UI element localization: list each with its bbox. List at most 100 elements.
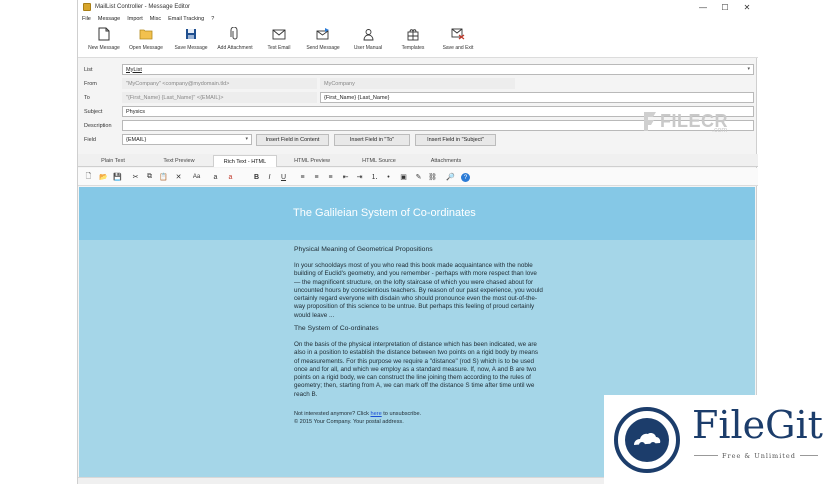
save-and-exit-button[interactable]: Save and Exit [432,26,484,56]
tab-rich-text-html[interactable]: Rich Text - HTML [213,155,277,167]
numbered-list-icon[interactable]: ⒈ [369,171,380,183]
filegit-divider-left [694,455,718,456]
editor-tabs: Plain Text Text Preview Rich Text - HTML… [78,154,758,167]
insert-field-subject-button[interactable]: Insert Field in "Subject" [415,134,496,146]
font-size-icon[interactable]: Aa [191,171,202,183]
message-title: The Galileian System of Co-ordinates [293,207,476,219]
filecr-logo-icon [644,112,656,131]
paperclip-icon [227,26,243,42]
add-attachment-label: Add Attachment [217,45,253,51]
window-title: MailList Controller - Message Editor [95,4,191,10]
align-center-icon[interactable]: ≡ [311,171,322,183]
filegit-divider-right [800,455,818,456]
field-dropdown[interactable]: {EMAIL} ▾ [122,134,252,145]
tab-text-preview[interactable]: Text Preview [148,155,210,167]
app-icon [83,3,91,11]
menu-bar: File Message Import Misc Email Tracking … [78,14,758,24]
maximize-button[interactable]: ☐ [714,0,736,14]
chevron-down-icon: ▾ [747,66,750,72]
send-message-icon [315,26,331,42]
menu-misc[interactable]: Misc [150,16,161,22]
send-message-label: Send Message [306,45,340,51]
user-manual-label: User Manual [353,45,383,51]
to-label: To [84,95,90,101]
open-message-label: Open Message [129,45,163,51]
spell-icon[interactable]: 🔎 [445,171,456,183]
menu-import[interactable]: Import [127,16,143,22]
list-label: List [84,67,93,73]
menu-file[interactable]: File [82,16,91,22]
align-right-icon[interactable]: ≡ [325,171,336,183]
help-icon[interactable]: ? [461,173,470,182]
tab-attachments[interactable]: Attachments [414,155,478,167]
outdent-icon[interactable]: ⇤ [340,171,351,183]
unsubscribe-line: Not interested anymore? Click here to un… [294,411,421,417]
heading-coordinates: The System of Co-ordinates [294,325,379,332]
save-message-label: Save Message [174,45,208,51]
save-icon [183,26,199,42]
field-value: {EMAIL} [126,136,147,143]
list-dropdown[interactable]: MyList ▾ [122,64,754,75]
insert-field-content-button[interactable]: Insert Field in Content [256,134,329,146]
filegit-tagline: Free & Unlimited [722,452,796,460]
user-manual-icon [360,26,376,42]
delete-icon[interactable]: ✕ [173,171,184,183]
save-and-exit-label: Save and Exit [442,45,474,51]
new-message-label: New Message [88,45,120,51]
close-button[interactable]: ✕ [736,0,758,14]
templates-label: Templates [401,45,425,51]
from-label: From [84,81,97,87]
subject-label: Subject [84,109,103,115]
paste-icon[interactable]: 📋 [158,171,169,183]
font-color-icon[interactable]: a [225,171,236,183]
paragraph-coordinates: On the basis of the physical interpretat… [294,341,538,398]
message-form: List MyList ▾ From "MyCompany" <company@… [78,60,758,152]
to-name-field[interactable]: {First_Name} {Last_Name} [320,92,754,103]
test-email-label: Test Email [267,45,291,51]
image-icon[interactable]: ▣ [398,171,409,183]
link-icon[interactable]: ⛓ [427,171,438,183]
font-icon[interactable]: a [210,171,221,183]
envelope-icon [271,26,287,42]
bold-icon[interactable]: B [251,171,262,183]
title-bar: MailList Controller - Message Editor — ☐… [78,0,758,14]
from-name-field[interactable]: MyCompany [320,78,515,89]
window-controls: — ☐ ✕ [692,0,758,14]
filecr-com: .com [712,127,728,134]
templates-icon [405,26,421,42]
from-field[interactable]: "MyCompany" <company@mydomain.tld> [122,78,317,89]
open-folder-icon [138,26,154,42]
save-icon[interactable]: 💾 [112,171,123,183]
bullet-list-icon[interactable]: • [383,171,394,183]
copy-icon[interactable]: ⧉ [144,171,155,183]
save-exit-icon [450,26,466,42]
tab-html-preview[interactable]: HTML Preview [280,155,344,167]
align-left-icon[interactable]: ≡ [297,171,308,183]
menu-help[interactable]: ? [211,16,214,22]
italic-icon[interactable]: I [264,171,275,183]
unsubscribe-prefix: Not interested anymore? Click [294,411,371,417]
to-field[interactable]: "{First_Name} {Last_Name}" <{EMAIL}> [122,92,317,103]
new-doc-icon[interactable]: 🗋 [83,171,94,183]
highlight-icon[interactable]: ✎ [413,171,424,183]
unsubscribe-link[interactable]: here [370,411,381,417]
tab-plain-text[interactable]: Plain Text [82,155,144,167]
filecr-watermark: FILECR .com [642,108,752,138]
description-label: Description [84,123,112,129]
main-toolbar: New Message Open Message Save Message Ad… [78,24,758,58]
filegit-text: FileGit [692,403,823,447]
field-label: Field [84,137,96,143]
insert-field-to-button[interactable]: Insert Field in "To" [334,134,410,146]
menu-message[interactable]: Message [98,16,120,22]
tab-html-source[interactable]: HTML Source [347,155,411,167]
open-icon[interactable]: 📂 [98,171,109,183]
filegit-watermark: FileGit Free & Unlimited [604,395,823,484]
copyright-line: © 2015 Your Company. Your postal address… [294,419,404,425]
filegit-logo-icon [614,407,680,473]
cut-icon[interactable]: ✂ [130,171,141,183]
menu-email-tracking[interactable]: Email Tracking [168,16,204,22]
minimize-button[interactable]: — [692,0,714,14]
indent-icon[interactable]: ⇥ [354,171,365,183]
chevron-down-icon: ▾ [245,136,248,142]
underline-icon[interactable]: U [278,171,289,183]
